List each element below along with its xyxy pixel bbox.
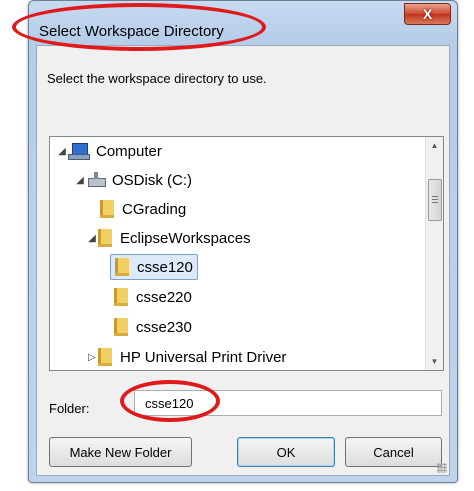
tree-item-label: Computer — [96, 142, 162, 160]
dialog-body: Select the workspace directory to use. ◢… — [36, 45, 450, 476]
tree-item-label: OSDisk (C:) — [112, 171, 192, 189]
folder-icon — [114, 288, 128, 306]
tree-item-csse230[interactable]: csse230 — [114, 313, 192, 341]
close-button[interactable]: X — [404, 3, 451, 25]
tree-item-hp-universal-print-driver[interactable]: ▷ HP Universal Print Driver — [86, 343, 287, 370]
title-bar[interactable]: Select Workspace Directory X — [29, 1, 457, 45]
tree-item-label: csse230 — [136, 318, 192, 336]
folder-input[interactable] — [134, 390, 442, 416]
dialog-title: Select Workspace Directory — [39, 23, 224, 40]
tree-item-computer[interactable]: ◢ Computer — [56, 137, 162, 165]
folder-icon — [100, 200, 114, 218]
scroll-down-icon[interactable]: ▼ — [426, 353, 443, 370]
make-new-folder-button[interactable]: Make New Folder — [49, 437, 192, 467]
folder-tree[interactable]: ◢ Computer ◢ OSDisk (C:) CGrading ◢ Ecli… — [49, 136, 444, 371]
tree-item-label: CGrading — [122, 200, 187, 218]
tree-item-label: csse220 — [136, 288, 192, 306]
tree-item-label: csse120 — [137, 258, 193, 276]
instruction-text: Select the workspace directory to use. — [47, 71, 267, 86]
tree-item-osdisk[interactable]: ◢ OSDisk (C:) — [74, 166, 192, 194]
ok-button[interactable]: OK — [237, 437, 335, 467]
folder-label: Folder: — [49, 401, 90, 416]
folder-icon — [115, 258, 129, 276]
scroll-thumb[interactable] — [428, 179, 442, 221]
tree-item-label: HP Universal Print Driver — [120, 348, 287, 366]
resize-grip-icon[interactable] — [437, 463, 447, 473]
collapsed-arrow-icon[interactable]: ▷ — [86, 352, 98, 363]
cancel-button[interactable]: Cancel — [345, 437, 442, 467]
tree-item-csse220[interactable]: csse220 — [114, 283, 192, 311]
expanded-arrow-icon[interactable]: ◢ — [56, 146, 68, 157]
tree-item-csse120[interactable]: csse120 — [110, 253, 198, 281]
folder-icon — [98, 348, 112, 366]
folder-icon — [98, 229, 112, 247]
drive-icon — [86, 172, 106, 188]
tree-item-cgrading[interactable]: CGrading — [100, 195, 186, 223]
selection-highlight: csse120 — [110, 254, 198, 280]
computer-icon — [68, 143, 90, 160]
close-icon: X — [422, 6, 433, 22]
select-workspace-dialog: Select Workspace Directory X Select the … — [28, 0, 458, 483]
expanded-arrow-icon[interactable]: ◢ — [86, 233, 98, 244]
folder-icon — [114, 318, 128, 336]
expanded-arrow-icon[interactable]: ◢ — [74, 175, 86, 186]
tree-item-label: EclipseWorkspaces — [120, 229, 251, 247]
tree-item-eclipseworkspaces[interactable]: ◢ EclipseWorkspaces — [86, 224, 251, 252]
vertical-scrollbar[interactable]: ▲ ▼ — [425, 137, 443, 370]
scroll-up-icon[interactable]: ▲ — [426, 137, 443, 154]
